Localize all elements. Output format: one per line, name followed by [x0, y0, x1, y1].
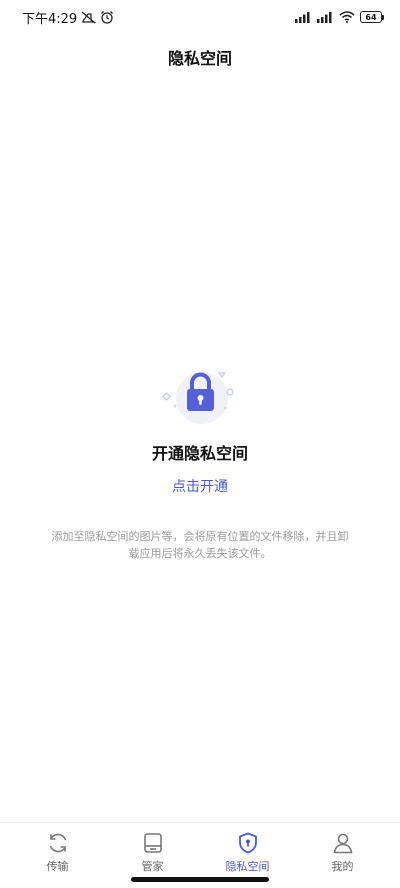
- tab-manager-label: 管家: [141, 860, 164, 873]
- status-left: 下午4:29: [22, 8, 114, 27]
- home-indicator[interactable]: [131, 877, 269, 882]
- alarm-icon: [100, 10, 114, 24]
- tab-mine-label: 我的: [331, 860, 354, 873]
- empty-state: 开通隐私空间 点击开通: [0, 360, 400, 496]
- mute-icon: [81, 11, 97, 24]
- battery-icon: 64: [360, 11, 384, 23]
- tab-private-space-label: 隐私空间: [225, 860, 270, 873]
- signal-icon-2: [317, 11, 334, 23]
- refresh-icon: [49, 833, 66, 853]
- tab-mine[interactable]: 我的: [303, 827, 383, 888]
- person-icon: [333, 833, 352, 854]
- tab-transfer-label: 传输: [46, 860, 69, 873]
- lock-illustration-icon: [162, 372, 234, 424]
- page-title: 隐私空间: [167, 49, 232, 68]
- empty-state-heading: 开通隐私空间: [151, 444, 248, 463]
- status-right: 64: [295, 11, 384, 23]
- battery-level: 64: [365, 12, 377, 22]
- open-private-space-link[interactable]: 点击开通: [172, 476, 228, 496]
- tab-transfer[interactable]: 传输: [18, 827, 98, 888]
- status-bar: 下午4:29 64: [0, 0, 400, 34]
- shield-icon: [238, 832, 257, 854]
- wifi-icon: [339, 11, 355, 23]
- device-icon: [143, 833, 162, 853]
- signal-icon: [295, 11, 312, 23]
- status-time: 下午4:29: [22, 11, 78, 27]
- privacy-notice: 添加至隐私空间的图片等，会将原有位置的文件移除，并且卸载应用后将永久丢失该文件。: [51, 530, 349, 560]
